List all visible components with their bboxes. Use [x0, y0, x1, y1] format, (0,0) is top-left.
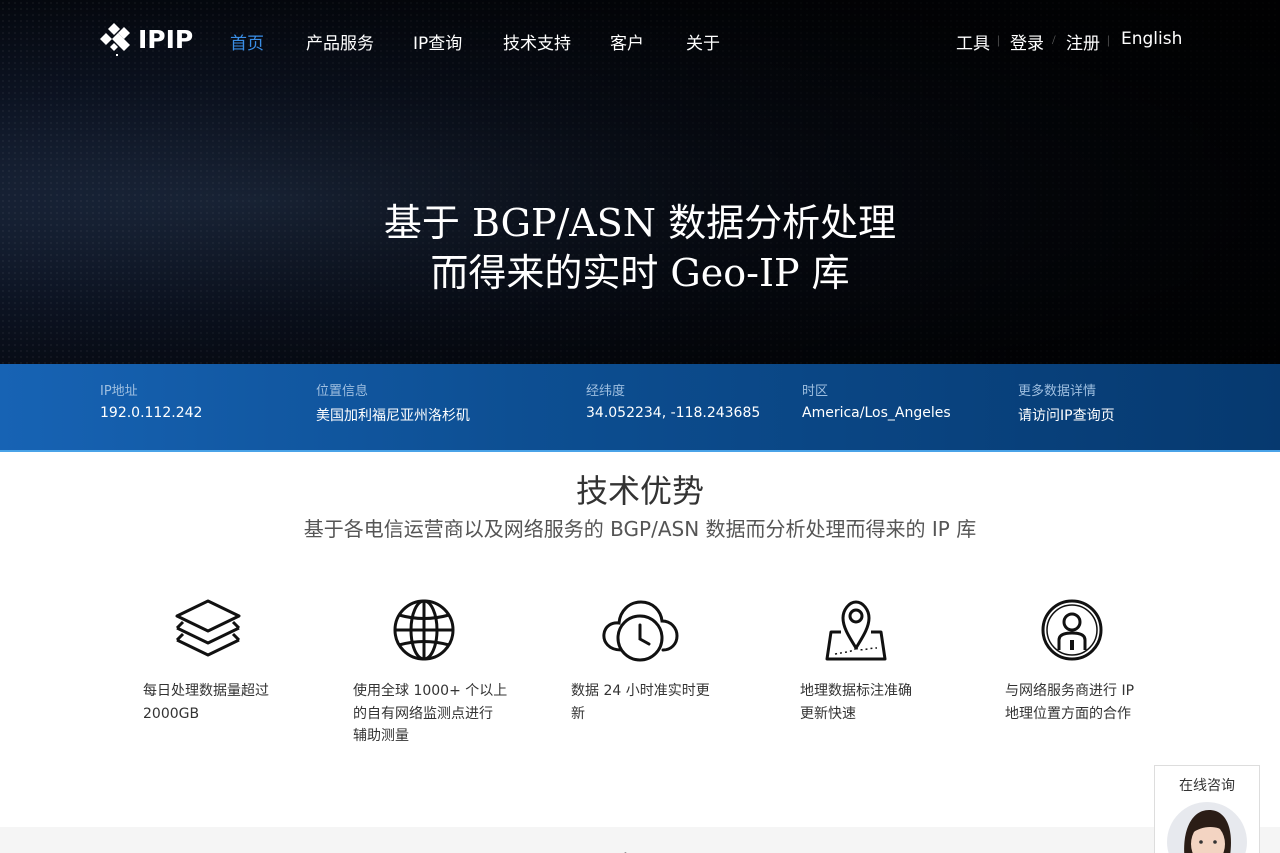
feature-line: 2000GB [143, 705, 200, 722]
feature-text: 使用全球 1000+ 个以上 的自有网络监测点进行 辅助测量 [353, 680, 523, 748]
info-label: 经纬度 [586, 384, 626, 399]
globe-icon [393, 599, 455, 661]
nav-item-ip-lookup[interactable]: IP查询 [413, 29, 462, 54]
feature-line: 地理位置方面的合作 [1005, 705, 1131, 722]
login-link[interactable]: 登录 [1010, 29, 1044, 54]
user-id-icon [1041, 599, 1103, 661]
divider: | [997, 32, 1000, 47]
nav-item-support[interactable]: 技术支持 [503, 29, 571, 54]
feature-line: 辅助测量 [353, 728, 409, 744]
feature-line: 的自有网络监测点进行 [353, 705, 493, 722]
nav-item-products[interactable]: 产品服务 [306, 29, 374, 54]
top-nav: IPIP 首页 产品服务 IP查询 技术支持 客户 关于 工具 | 登录 / 注… [0, 0, 1280, 80]
location-field: 位置信息 美国加利福尼亚州洛杉矶 [316, 380, 470, 425]
logo[interactable]: IPIP [100, 21, 193, 57]
cloud-clock-icon [602, 600, 679, 662]
info-label: IP地址 [100, 384, 138, 399]
ip-info-bar: IP地址 192.0.112.242 位置信息 美国加利福尼亚州洛杉矶 经纬度 … [0, 364, 1280, 452]
info-label: 时区 [802, 384, 829, 399]
chat-label[interactable]: 在线咨询 [1155, 775, 1259, 795]
info-label: 位置信息 [316, 384, 369, 399]
feature-text: 每日处理数据量超过 2000GB [143, 680, 303, 725]
info-value: 美国加利福尼亚州洛杉矶 [316, 408, 470, 424]
info-value: 34.052234, -118.243685 [586, 405, 761, 421]
hero-title-line2: 而得来的实时 Geo-IP 库 [430, 251, 850, 295]
more-details-field[interactable]: 更多数据详情 请访问IP查询页 [1018, 380, 1115, 425]
hero-title-line1: 基于 BGP/ASN 数据分析处理 [383, 201, 897, 245]
feature-text: 与网络服务商进行 IP 地理位置方面的合作 [1005, 680, 1175, 725]
map-pin-icon [825, 600, 887, 661]
feature-line: 与网络服务商进行 IP [1005, 683, 1135, 699]
register-link[interactable]: 注册 [1066, 29, 1100, 54]
online-chat-widget[interactable]: 在线咨询 [1154, 765, 1260, 853]
tools-link[interactable]: 工具 [956, 29, 990, 54]
more-details-link[interactable]: 请访问IP查询页 [1018, 405, 1115, 425]
feature-line: 地理数据标注准确 [800, 683, 912, 699]
nav-item-customers[interactable]: 客户 [610, 29, 644, 54]
timezone-field: 时区 America/Los_Angeles [802, 380, 951, 421]
products-section: 产品 [0, 827, 1280, 853]
feature-line: 每日处理数据量超过 [143, 683, 269, 699]
nav-item-about[interactable]: 关于 [686, 29, 720, 54]
ip-address-field: IP地址 192.0.112.242 [100, 380, 202, 421]
layers-icon [175, 599, 241, 657]
products-section-title: 产品 [0, 845, 1280, 853]
feature-line: 使用全球 1000+ 个以上 [353, 683, 508, 699]
feature-text: 数据 24 小时准实时更 新 [571, 680, 741, 725]
section-subtitle: 基于各电信运营商以及网络服务的 BGP/ASN 数据而分析处理而得来的 IP 库 [303, 517, 977, 541]
feature-line: 更新快速 [800, 705, 856, 722]
info-label: 更多数据详情 [1018, 384, 1097, 399]
avatar[interactable] [1167, 802, 1247, 853]
section-title: 技术优势 [575, 472, 704, 510]
language-switch[interactable]: English [1121, 29, 1182, 49]
info-value: 192.0.112.242 [100, 405, 203, 421]
agent-avatar-icon [1184, 810, 1231, 853]
feature-line: 新 [571, 705, 585, 722]
info-value: America/Los_Angeles [802, 405, 951, 421]
nav-item-home[interactable]: 首页 [230, 29, 264, 54]
feature-line: 数据 24 小时准实时更 [571, 683, 710, 699]
divider: | [1107, 32, 1110, 47]
divider: / [1052, 32, 1056, 47]
logo-mark-icon [100, 23, 130, 56]
logo-text: IPIP [138, 24, 194, 54]
coordinates-field: 经纬度 34.052234, -118.243685 [586, 380, 760, 421]
feature-text: 地理数据标注准确 更新快速 [800, 680, 960, 725]
